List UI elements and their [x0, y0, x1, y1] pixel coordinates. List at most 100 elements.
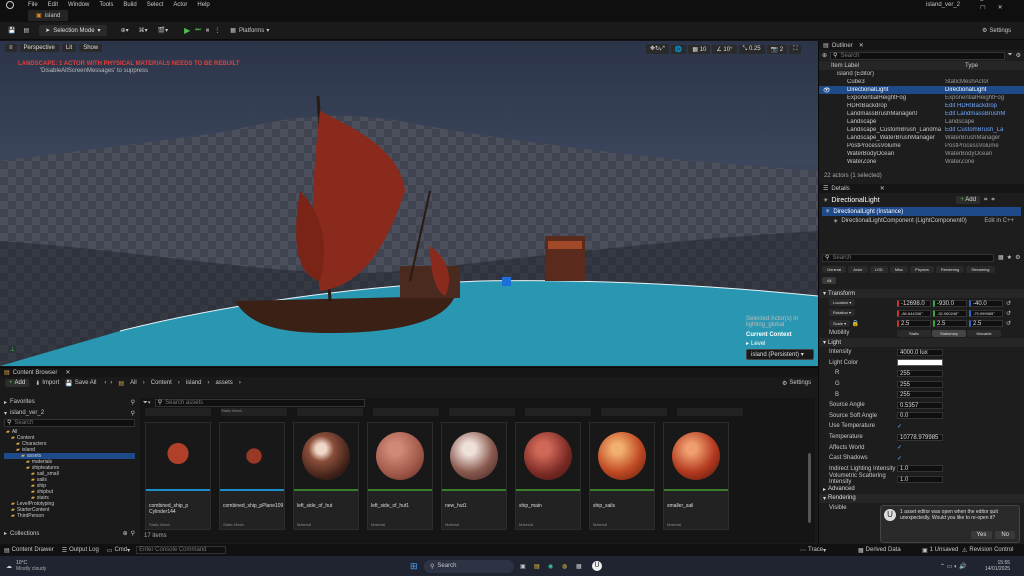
tab-misc[interactable]: Misc — [889, 266, 909, 273]
reset-icon[interactable]: ↺ — [1006, 300, 1011, 307]
grid-view-icon[interactable]: ▦ — [998, 254, 1004, 261]
scale-dropdown[interactable]: Scale ▾ — [829, 319, 851, 327]
location-z[interactable]: -40.0 — [969, 299, 1003, 307]
menu-actor[interactable]: Actor — [173, 2, 187, 8]
rotation-x[interactable]: -86.644336° — [897, 309, 931, 317]
details-search-input[interactable]: ⚲ Search — [822, 253, 994, 262]
camera-speed[interactable]: 📷 2 — [766, 44, 788, 54]
revision-control-button[interactable]: ⚠ Revision Control — [962, 547, 1013, 554]
blueprint-icon[interactable]: ⌗ — [984, 197, 987, 204]
toast-yes-button[interactable]: Yes — [970, 531, 993, 539]
perspective-button[interactable]: Perspective — [19, 44, 59, 52]
close-icon[interactable]: ✕ — [859, 42, 864, 49]
weather-widget[interactable]: 10°C Mostly cloudy — [16, 560, 46, 572]
step-icon[interactable]: ⏭ — [195, 27, 200, 34]
unreal-logo-icon[interactable] — [6, 0, 14, 9]
favorites-header[interactable]: ▸ Favorites ⚲ — [4, 398, 135, 406]
level-dropdown[interactable]: island (Persistent) ▾ — [746, 349, 814, 360]
col-type[interactable]: Type — [965, 63, 978, 69]
world-local-icon[interactable]: 🌐 — [670, 44, 687, 54]
property-value[interactable]: 10778.979985 — [897, 433, 943, 441]
outliner-row[interactable]: Cube3 StaticMeshActor — [819, 78, 1024, 86]
outliner-row[interactable]: HDRIBackdrop Edit HDRIBackdrop — [819, 102, 1024, 110]
chrome-icon[interactable]: ◍ — [562, 563, 567, 570]
reset-icon[interactable]: ↺ — [1006, 320, 1011, 327]
clock[interactable]: 15:55 14/01/2025 — [985, 560, 1010, 572]
project-header[interactable]: ▾ island_ver_2 ⚲ — [4, 409, 135, 417]
property-value[interactable]: ✓ — [897, 444, 902, 451]
location-y[interactable]: -930.0 — [933, 299, 967, 307]
edge-icon[interactable]: ◉ — [548, 563, 553, 570]
asset-tile[interactable]: left_side_of_hut Material — [293, 422, 359, 530]
search-icon[interactable]: ⚲ — [131, 530, 135, 537]
star-icon[interactable]: ★ — [1007, 254, 1012, 261]
asset-tile[interactable]: ship_main Material — [515, 422, 581, 530]
tab-general[interactable]: General — [822, 266, 847, 273]
back-icon[interactable]: ‹ — [104, 380, 106, 386]
crumb-island[interactable]: island — [186, 380, 202, 386]
settings-button[interactable]: ⚙ Settings — [982, 27, 1011, 35]
play-options-icon[interactable]: ⋮ — [214, 27, 220, 34]
property-value[interactable]: 0.0 — [897, 412, 943, 420]
maximize-viewport-icon[interactable]: ⛶ — [789, 44, 802, 54]
outliner-row[interactable]: WaterBodyOcean WaterBodyOcean — [819, 150, 1024, 158]
toast-no-button[interactable]: No — [995, 531, 1015, 539]
taskbar-search[interactable]: ⚲ Search — [424, 559, 514, 573]
filter-icon[interactable]: ⏷ — [1008, 52, 1013, 59]
crumb-content[interactable]: Content — [151, 380, 172, 386]
blueprint-edit-icon[interactable]: ⌗ — [991, 197, 994, 204]
property-value[interactable]: 0.5357 — [897, 401, 943, 409]
outliner-search-input[interactable]: ⚲ Search — [830, 51, 1005, 60]
save-all-button[interactable]: 💾 Save All — [65, 380, 96, 387]
tab-rendering[interactable]: Rendering — [935, 266, 965, 273]
section-rendering[interactable]: ▾ Rendering — [819, 493, 1024, 503]
tab-actor[interactable]: Actor — [848, 266, 868, 273]
menu-file[interactable]: File — [28, 2, 38, 8]
mobility-movable[interactable]: Movable — [967, 329, 1001, 337]
content-drawer-button[interactable]: ▤ Content Drawer — [4, 547, 54, 554]
settings-icon[interactable]: ⚙ — [1016, 52, 1021, 59]
add-component-button[interactable]: + Add — [956, 196, 980, 204]
scale-y[interactable]: 2.5 — [933, 319, 967, 327]
visibility-eye-icon[interactable]: 👁 — [823, 87, 831, 94]
tray-icons[interactable]: ⌃ ▭ ◐ 🔊 — [940, 563, 967, 570]
crumb-all[interactable]: All — [130, 380, 137, 386]
folder-tree-item[interactable]: ▰ ThirdPerson — [4, 513, 135, 519]
menu-tools[interactable]: Tools — [99, 2, 113, 8]
derived-data-button[interactable]: ▦ Derived Data — [858, 547, 901, 554]
asset-tile[interactable]: combined_ship_p Cylinder144 Static Mesh — [145, 422, 211, 530]
save-icon[interactable]: 💾 — [8, 27, 15, 34]
transform-tools[interactable]: ✥↻⤢ — [646, 44, 669, 54]
tab-physics[interactable]: Physics — [910, 266, 934, 273]
property-value[interactable]: ✓ — [897, 423, 902, 430]
crumb-assets[interactable]: assets — [215, 380, 232, 386]
scale-z[interactable]: 2.5 — [969, 319, 1003, 327]
close-icon[interactable]: ✕ — [65, 369, 70, 376]
property-value[interactable]: 1.0 — [897, 465, 943, 473]
trace-button[interactable]: ⋯ Trace ▾ — [800, 547, 826, 554]
location-x[interactable]: -12698.0 — [897, 299, 931, 307]
lock-icon[interactable]: 🔒 — [852, 321, 859, 327]
stop-icon[interactable]: ■ — [206, 28, 210, 34]
asset-tile[interactable]: ship_sails Material — [589, 422, 655, 530]
cmd-button[interactable]: ▭ Cmd ▾ — [107, 547, 130, 554]
component-instance-row[interactable]: ☀ DirectionalLight (Instance) — [822, 207, 1021, 216]
property-value[interactable]: 255 — [897, 380, 943, 388]
property-value[interactable]: ✓ — [897, 455, 902, 462]
show-button[interactable]: Show — [79, 44, 103, 52]
section-transform[interactable]: ▾ Transform — [819, 289, 1024, 298]
outliner-row[interactable]: Landscape Landscape — [819, 118, 1024, 126]
lit-button[interactable]: Lit — [61, 44, 77, 52]
forward-icon[interactable]: › — [110, 380, 112, 386]
asset-tile[interactable]: new_hut1 Material — [441, 422, 507, 530]
property-value[interactable]: 1.0 — [897, 475, 943, 483]
close-icon[interactable]: ✕ — [880, 185, 885, 192]
outliner-row[interactable]: island (Editor) — [819, 70, 1024, 78]
rotation-y[interactable]: -32.060246° — [933, 309, 967, 317]
windows-start-icon[interactable]: ⊞ — [410, 561, 418, 572]
output-log-button[interactable]: ☰ Output Log — [62, 547, 99, 554]
store-icon[interactable]: ▦ — [576, 563, 582, 570]
tab-island[interactable]: ▣ island — [28, 10, 69, 21]
asset-scrollbar[interactable] — [808, 453, 811, 523]
tab-streaming[interactable]: Streaming — [966, 266, 995, 273]
